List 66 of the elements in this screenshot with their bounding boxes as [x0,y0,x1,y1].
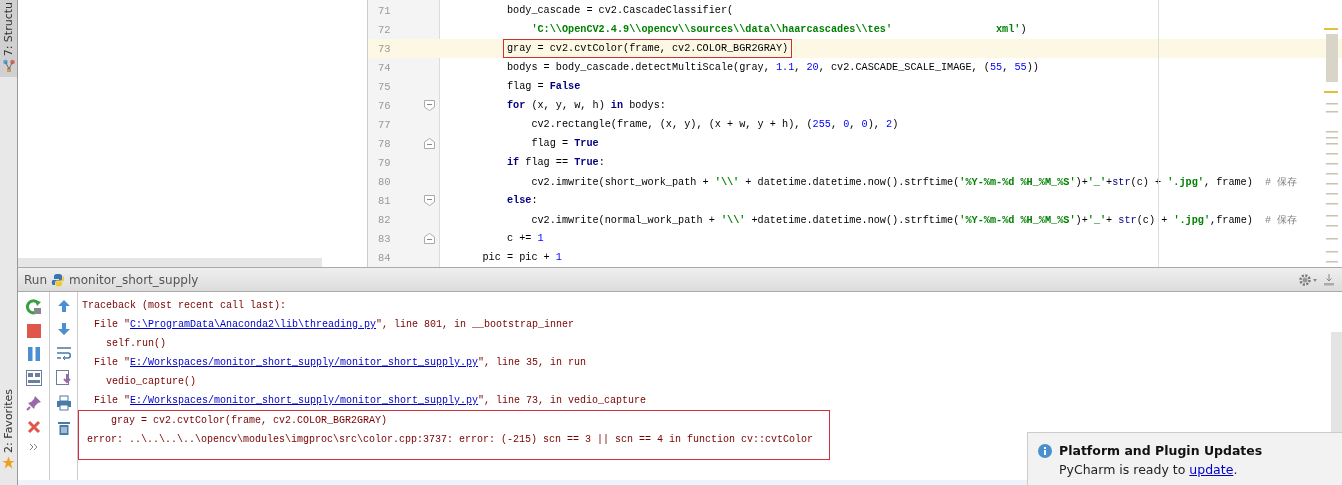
horizontal-scrollbar[interactable] [18,258,322,267]
line-number: 74 [377,61,392,74]
info-icon [1038,443,1052,458]
fold-icon[interactable] [423,100,435,111]
rerun-icon[interactable] [25,299,42,315]
settings-icon[interactable] [1298,272,1318,287]
fold-icon[interactable] [423,233,435,244]
favorites-tab[interactable]: 2: Favorites [0,387,17,473]
soft-wrap-icon[interactable] [55,345,72,361]
run-configuration-name: monitor_short_supply [69,272,199,287]
pause-icon[interactable] [26,347,41,361]
line-number: 79 [377,156,392,169]
code-line: for (x, y, w, h) in bodys: [506,100,666,111]
console-line: gray = cv2.cvtColor(frame, cv2.COLOR_BGR2GRAY) [110,414,389,428]
code-line: 'C:\\OpenCV2.4.9\\opencv\\sources\\data\\haarcascades\\tes' xml') [531,24,1027,35]
line-number: 77 [377,118,392,131]
layout-icon[interactable] [25,370,42,386]
line-number: 80 [377,175,392,188]
structure-icon [2,59,15,74]
fold-icon[interactable] [423,195,435,206]
code-line: flag = True [531,138,599,149]
code-line: pic = pic + 1 [482,252,562,263]
line-number: 71 [377,4,392,17]
console-line: File "C:\ProgramData\Anaconda2\lib\threading.py", line 801, in __bootstrap_inner [93,318,576,332]
code-line: else: [506,195,538,206]
code-line: if flag == True: [506,157,605,168]
close-icon[interactable] [26,420,41,434]
notification-title: Platform and Plugin Updates [1059,443,1263,458]
line-number: 84 [377,251,392,264]
stop-icon[interactable] [26,324,41,338]
line-number: 81 [377,194,392,207]
structure-tab[interactable]: 7: Structu [0,0,17,78]
file-link[interactable]: E:/Workspaces/monitor_short_supply/monitor_short_supply.py [130,357,479,368]
code-line: c += 1 [506,233,544,244]
code-line: bodys = body_cascade.detectMultiScale(gray, 1.1, 20, cv2.CASCADE_SCALE_IMAGE, (55, 55)) [506,62,1039,73]
code-line: cv2.imwrite(normal_work_path + '\\' +datetime.datetime.now().strftime('%Y-%m-%d %H_%M_%S')+'_'+ str(c) + '.jpg',frame) # 保存 [531,214,1298,226]
print-icon[interactable] [55,395,72,411]
arrow-down-icon[interactable] [56,322,71,336]
fold-icon[interactable] [423,138,435,149]
hide-panel-icon[interactable] [1322,272,1336,287]
arrow-up-icon[interactable] [56,299,71,313]
line-number: 83 [377,232,392,245]
line-number: 76 [377,99,392,112]
more-icon[interactable] [28,443,39,451]
console-line: Traceback (most recent call last): [82,299,288,313]
code-line: flag = False [506,81,581,92]
scroll-to-end-icon[interactable] [55,370,72,386]
trash-icon[interactable] [56,420,71,436]
pin-icon[interactable] [25,395,42,411]
console-line: error: ..\..\..\..\opencv\modules\imgproc\src\color.cpp:3737: error: (-215) scn == 3 || scn == 4 in function cv::cvtColor [87,433,815,447]
file-link[interactable]: C:\ProgramData\Anaconda2\lib\threading.py [130,319,377,330]
line-number: 72 [377,23,392,36]
console-line: vedio_capture() [105,375,198,389]
code-line: body_cascade = cv2.CascadeClassifier( [506,5,734,16]
python-icon [51,272,65,287]
vertical-scrollbar[interactable] [1331,332,1342,432]
run-label: Run [24,272,47,287]
code-line: cv2.rectangle(frame, (x, y), (x + w, y + h), (255, 0, 0), 2) [531,119,899,130]
line-number: 73 [377,42,392,55]
star-icon [2,456,15,469]
line-number: 82 [377,213,392,226]
notification-message: PyCharm is ready to update. [1059,462,1239,477]
line-number: 75 [377,80,392,93]
console-line: self.run() [105,337,167,351]
file-link[interactable]: E:/Workspaces/monitor_short_supply/monitor_short_supply.py [130,395,479,406]
line-number: 78 [377,137,392,150]
